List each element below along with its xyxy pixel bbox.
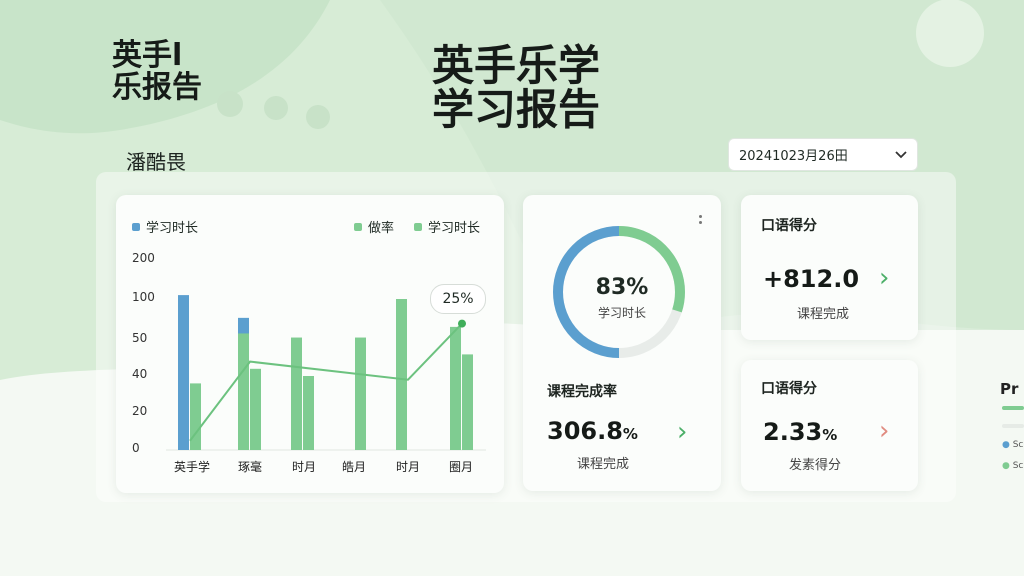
bar-chart-plot — [166, 295, 486, 451]
x-tick-2: 琢毫 — [237, 460, 262, 474]
page-title-line-1: 英手乐学 — [432, 41, 601, 90]
speaking-score-2-unit: % — [822, 426, 838, 444]
chevron-right-icon[interactable]: › — [677, 419, 687, 445]
completion-number: 306.8 — [547, 417, 623, 445]
edge-progress-track — [1002, 424, 1024, 428]
chevron-right-icon[interactable]: › — [879, 265, 889, 291]
chart-bar — [396, 299, 407, 450]
x-tick-4: 皓月 — [341, 460, 366, 474]
x-tick-3: 时月 — [291, 460, 316, 474]
page-title: 英手乐学 学习报告 — [432, 44, 600, 132]
completion-card: 83% 学习时长 课程完成率 306.8% 课程完成 › — [523, 195, 721, 491]
chart-bar — [355, 337, 366, 450]
edge-progress-bar — [1002, 406, 1024, 410]
page-subtitle: 潘酷畏 — [126, 150, 186, 174]
chart-callout: 25% — [430, 284, 486, 314]
completion-title: 课程完成率 — [547, 384, 617, 400]
chart-bar — [450, 326, 461, 450]
date-select-value: 20241023月26田 — [739, 149, 848, 164]
ring-label: 学习时长 — [597, 306, 646, 320]
chevron-down-icon — [895, 150, 907, 158]
x-tick-6: 圈月 — [448, 460, 473, 474]
speaking-score-title: 口语得分 — [761, 218, 817, 234]
completion-sub: 课程完成 — [577, 457, 630, 472]
completion-unit: % — [622, 425, 638, 443]
edge-item-1: ● Sc — [1002, 440, 1024, 450]
study-chart-card: 学习时长 做率 学习时长 0 20 40 50 100 200 25% 英手学 … — [116, 195, 504, 493]
chart-bar — [462, 354, 473, 450]
trend-point — [458, 319, 466, 328]
edge-card-title: Pr — [1000, 380, 1019, 398]
chart-bar — [303, 376, 314, 450]
completion-value: 306.8% — [547, 417, 638, 445]
ring-center: 83% 学习时长 — [523, 275, 721, 321]
speaking-score-2-number: 2.33 — [763, 418, 823, 446]
speaking-score-card-2: 口语得分 2.33% 发素得分 › — [741, 360, 918, 491]
speaking-score-2-sub: 发素得分 — [789, 458, 842, 473]
date-select[interactable]: 20241023月26田 — [728, 138, 918, 171]
speaking-score-value: +812.0 — [763, 265, 860, 293]
trend-line — [189, 322, 463, 442]
x-tick-5: 时月 — [395, 460, 420, 474]
brand-line-2: 乐报告 — [112, 70, 202, 105]
chevron-right-icon[interactable]: › — [879, 418, 889, 444]
speaking-score-card: 口语得分 +812.0 课程完成 › — [741, 195, 918, 340]
chart-bar — [250, 368, 261, 450]
speaking-score-2-value: 2.33% — [763, 418, 837, 446]
ring-percent: 83% — [595, 275, 649, 300]
chart-bar — [291, 337, 302, 450]
speaking-score-2-title: 口语得分 — [761, 381, 817, 397]
brand-logo-text: 英手l 乐报告 — [112, 40, 202, 104]
chart-bar — [238, 333, 249, 450]
x-tick-1: 英手学 — [173, 460, 210, 474]
chart-bar — [178, 295, 189, 450]
edge-item-2: ● Sc — [1002, 461, 1024, 471]
brand-line-1: 英手l — [112, 38, 183, 73]
speaking-score-sub: 课程完成 — [797, 307, 850, 322]
page-title-line-2: 学习报告 — [432, 85, 601, 134]
